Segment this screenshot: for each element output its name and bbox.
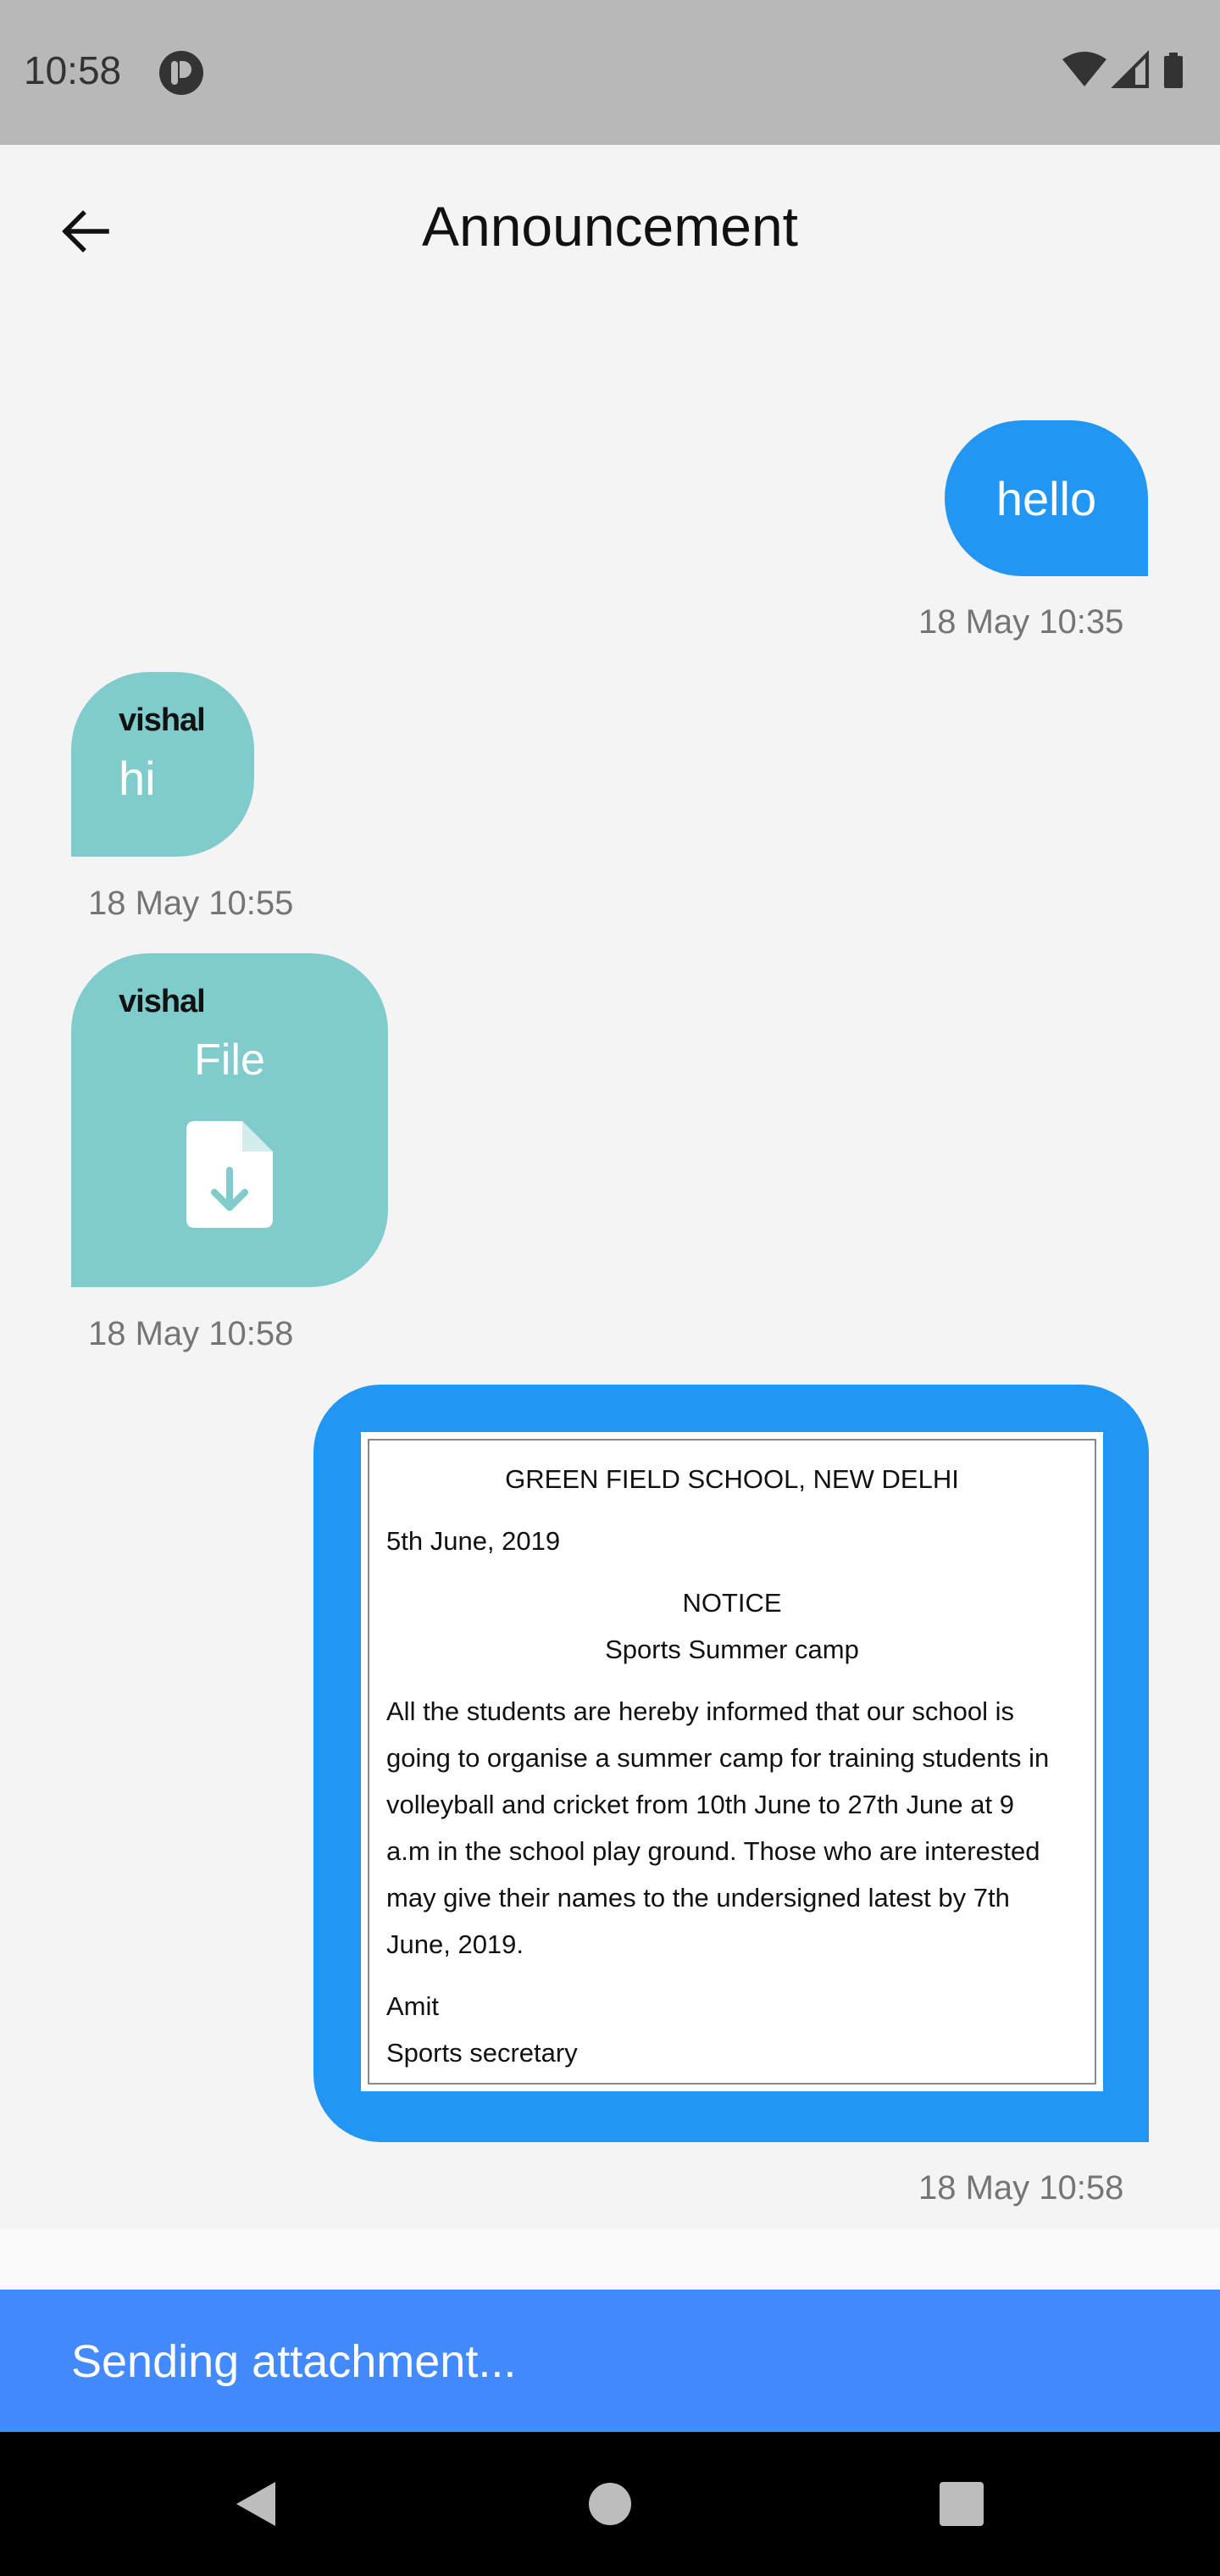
snackbar-text: Sending attachment... [71, 2336, 517, 2387]
nav-recents-icon [940, 2482, 984, 2526]
notice-line: All the students are hereby informed tha… [386, 1696, 1014, 1726]
notice-line: volleyball and cricket from 10th June to… [386, 1790, 1014, 1819]
notice-line: going to organise a summer camp for trai… [386, 1743, 1050, 1773]
incoming-message-bubble[interactable]: vishal hi [71, 672, 254, 857]
snackbar: Sending attachment... [0, 2290, 1220, 2432]
input-area-strip [0, 2229, 1220, 2290]
notice-line: may give their names to the undersigned … [386, 1883, 1010, 1913]
message-text: hello [995, 471, 1097, 525]
message-timestamp: 18 May 10:55 [88, 885, 294, 922]
cell-signal-icon [1111, 50, 1149, 88]
outgoing-message-bubble[interactable]: hello [945, 420, 1148, 576]
nav-recents-button[interactable] [932, 2474, 991, 2534]
notice-date: 5th June, 2019 [386, 1526, 561, 1556]
notice-signer: Amit [386, 1991, 439, 2021]
battery-icon [1164, 53, 1183, 88]
notice-content: GREEN FIELD SCHOOL, NEW DELHI 5th June, … [368, 1439, 1096, 2085]
message-timestamp: 18 May 10:58 [88, 1315, 294, 1352]
nav-back-icon [236, 2482, 275, 2526]
outgoing-image-bubble[interactable]: GREEN FIELD SCHOOL, NEW DELHI 5th June, … [313, 1385, 1149, 2142]
file-download-icon[interactable] [186, 1121, 273, 1228]
message-text: hi [119, 752, 156, 805]
sender-name: vishal [119, 984, 206, 1019]
app-notification-icon [159, 51, 203, 95]
status-icons [1062, 49, 1198, 97]
notice-heading: NOTICE [682, 1588, 782, 1618]
file-label: File [194, 1035, 265, 1085]
page-title: Announcement [422, 195, 798, 258]
status-bar: 10:58 [0, 0, 1220, 145]
navigation-bar [0, 2432, 1220, 2576]
notice-line: June, 2019. [386, 1929, 524, 1959]
notice-signer-role: Sports secretary [386, 2038, 578, 2068]
nav-home-icon [589, 2483, 631, 2525]
notice-school: GREEN FIELD SCHOOL, NEW DELHI [505, 1464, 959, 1494]
nav-back-button[interactable] [225, 2474, 285, 2534]
nav-home-button[interactable] [580, 2474, 640, 2534]
sender-name: vishal [119, 702, 206, 738]
message-timestamp: 18 May 10:58 [918, 2169, 1124, 2207]
message-timestamp: 18 May 10:35 [918, 603, 1124, 641]
notice-line: a.m in the school play ground. Those who… [386, 1836, 1040, 1866]
status-time: 10:58 [24, 48, 122, 92]
app-bar: Announcement [0, 145, 1220, 314]
incoming-file-bubble[interactable]: vishal File [71, 953, 388, 1287]
wifi-icon [1062, 52, 1106, 86]
notice-subject: Sports Summer camp [605, 1635, 859, 1664]
notice-image[interactable]: GREEN FIELD SCHOOL, NEW DELHI 5th June, … [361, 1432, 1103, 2091]
